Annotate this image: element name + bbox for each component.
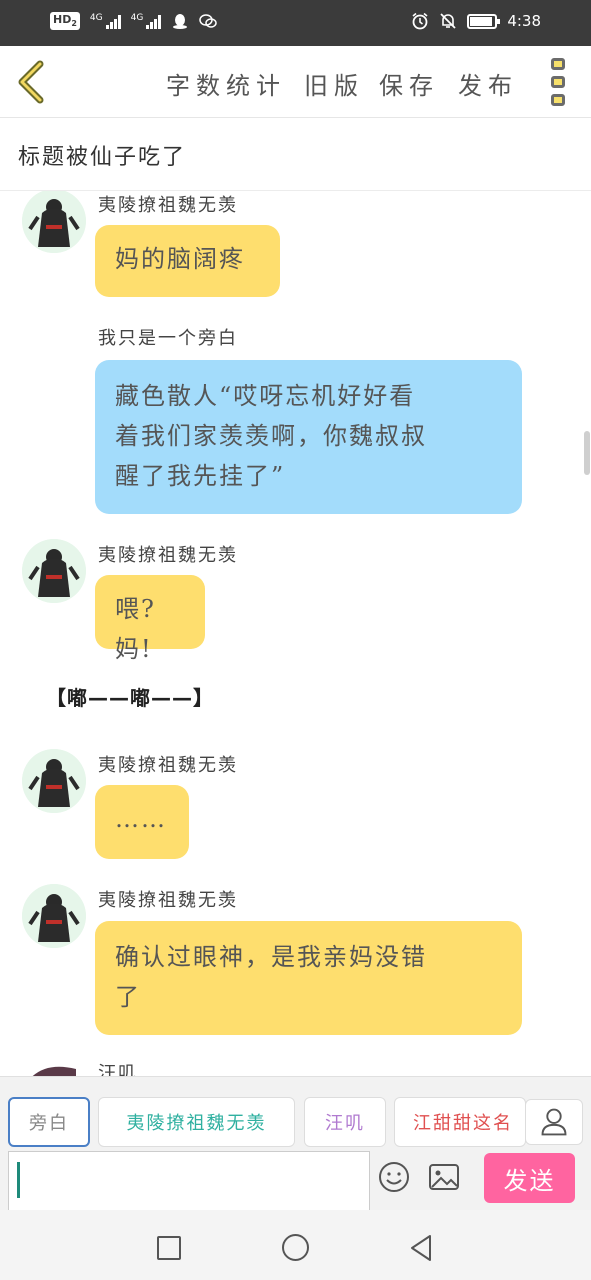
status-left: HD2 4G 4G (50, 12, 218, 30)
role-label: 汪叽 (325, 1113, 365, 1134)
narration-bubble[interactable]: 藏色散人“哎呀忘机好好看 着我们家羡羡啊，你魏叔叔 醒了我先挂了” (95, 360, 522, 514)
avatar[interactable] (22, 191, 86, 253)
signal-icon: 4G (90, 13, 121, 29)
sender-name: 夷陵撩祖魏无羡 (98, 195, 238, 216)
chevron-left-icon[interactable] (14, 60, 50, 104)
message-bubble[interactable]: …… (95, 785, 189, 859)
role-chip-narrator[interactable]: 旁白 (8, 1097, 90, 1147)
message-bubble[interactable]: 确认过眼神，是我亲妈没错 了 (95, 921, 522, 1035)
message-line: 了 (115, 983, 141, 1011)
image-icon[interactable] (428, 1163, 460, 1191)
role-chip-jiang[interactable]: 江甜甜这名 (394, 1097, 526, 1147)
publish-button[interactable]: 发布 (458, 66, 518, 101)
status-right: 4:38 (411, 12, 541, 30)
mute-icon (440, 13, 456, 29)
character-avatar-icon (22, 539, 86, 603)
send-label: 发送 (503, 1166, 556, 1195)
alarm-icon (412, 12, 428, 30)
role-label: 江甜甜这名 (413, 1113, 513, 1134)
composer-panel: 旁白 夷陵撩祖魏无羡 汪叽 江甜甜这名 发送 (0, 1076, 591, 1211)
text-cursor (17, 1162, 20, 1198)
editor-header: 字数统计 旧版 保存 发布 (0, 46, 591, 118)
signal-icon: 4G (131, 13, 162, 29)
status-bar: HD2 4G 4G 4:38 (0, 0, 591, 46)
role-label: 旁白 (29, 1113, 69, 1134)
recent-apps-icon[interactable] (157, 1236, 181, 1260)
wechat-icon (199, 14, 218, 28)
avatar[interactable] (22, 884, 86, 948)
message-text: 妈的脑阔疼 (115, 245, 245, 273)
clock: 4:38 (507, 12, 541, 30)
character-avatar-icon (22, 749, 86, 813)
message-text: 喂?妈! (115, 595, 156, 663)
message-line: 醒了我先挂了” (115, 462, 286, 490)
character-avatar-icon (22, 884, 86, 948)
role-label: 夷陵撩祖魏无羡 (126, 1113, 267, 1134)
sender-name: 夷陵撩祖魏无羡 (98, 755, 238, 776)
avatar[interactable] (22, 539, 86, 603)
message-line: 着我们家羡羡啊，你魏叔叔 (115, 422, 427, 450)
menu-icon[interactable] (548, 58, 568, 106)
home-icon[interactable] (282, 1234, 309, 1261)
role-chip-wangji[interactable]: 汪叽 (304, 1097, 386, 1147)
message-line: 确认过眼神，是我亲妈没错 (115, 943, 427, 971)
message-line: 藏色散人“哎呀忘机好好看 (115, 382, 416, 410)
message-text: …… (115, 805, 167, 833)
battery-icon (467, 13, 501, 29)
character-avatar-icon (22, 191, 86, 253)
message-bubble[interactable]: 妈的脑阔疼 (95, 225, 280, 297)
old-version-button[interactable]: 旧版 (304, 66, 364, 101)
system-message: 【嘟——嘟——】 (46, 686, 214, 710)
story-title-field[interactable]: 标题被仙子吃了 (0, 119, 591, 191)
story-title: 标题被仙子吃了 (18, 145, 187, 170)
narrator-name: 我只是一个旁白 (98, 328, 238, 349)
qq-icon (173, 14, 188, 29)
word-count-button[interactable]: 字数统计 (166, 66, 286, 101)
avatar[interactable] (24, 1061, 80, 1076)
role-chip-wei-wuxian[interactable]: 夷陵撩祖魏无羡 (98, 1097, 295, 1147)
smile-icon[interactable] (378, 1161, 410, 1193)
system-nav-bar (0, 1210, 591, 1280)
avatar[interactable] (22, 749, 86, 813)
chat-area[interactable]: 夷陵撩祖魏无羡 妈的脑阔疼 我只是一个旁白 藏色散人“哎呀忘机好好看 着我们家羡… (0, 191, 591, 1076)
sender-name: 汪叽 (98, 1063, 138, 1076)
message-bubble[interactable]: 喂?妈! (95, 575, 205, 663)
sender-name: 夷陵撩祖魏无羡 (98, 890, 238, 911)
save-button[interactable]: 保存 (379, 66, 439, 101)
send-button[interactable]: 发送 (484, 1153, 575, 1203)
message-input[interactable] (8, 1151, 370, 1211)
sender-name: 夷陵撩祖魏无羡 (98, 545, 238, 566)
back-icon[interactable] (408, 1234, 434, 1262)
hd-icon: HD2 (50, 12, 80, 30)
scrollbar-thumb[interactable] (584, 431, 590, 475)
user-icon[interactable] (525, 1099, 583, 1145)
